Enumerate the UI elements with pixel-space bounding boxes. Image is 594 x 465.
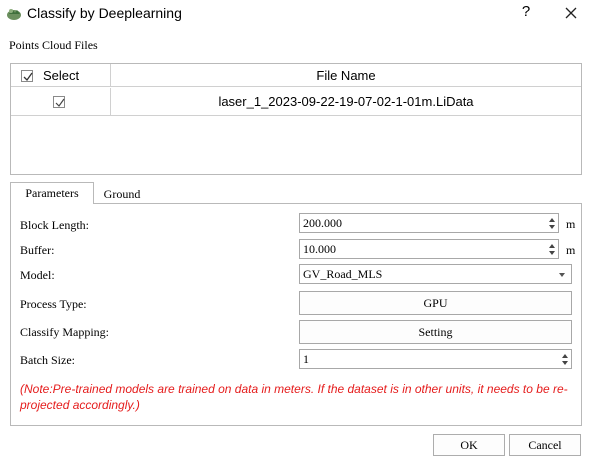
select-column-label: Select <box>43 68 80 83</box>
table-header: Select File Name <box>11 64 581 87</box>
batch-size-label: Batch Size: <box>20 353 75 367</box>
batch-size-spinner[interactable] <box>559 350 571 368</box>
classify-mapping-label: Classify Mapping: <box>20 325 109 339</box>
spin-down-icon[interactable] <box>549 251 555 255</box>
buffer-spinner[interactable] <box>546 240 558 258</box>
help-button[interactable]: ? <box>518 2 534 22</box>
select-all-checkbox[interactable] <box>21 70 33 82</box>
app-icon <box>6 5 22 21</box>
files-table: Select File Name laser_1_2023-09-22-19-0… <box>10 63 582 175</box>
tab-parameters[interactable]: Parameters <box>10 182 94 204</box>
setting-button[interactable]: Setting <box>299 320 572 344</box>
spin-up-icon[interactable] <box>549 218 555 222</box>
files-section-label: Points Cloud Files <box>9 38 98 52</box>
process-type-label: Process Type: <box>20 297 87 311</box>
close-icon[interactable] <box>561 3 581 23</box>
model-select[interactable]: GV_Road_MLS <box>299 264 572 284</box>
column-header-select: Select <box>11 64 111 87</box>
row-file-name: laser_1_2023-09-22-19-07-02-1-01m.LiData <box>218 94 474 109</box>
parameters-panel: Block Length: 200.000 m Buffer: 10.000 m… <box>10 203 582 426</box>
buffer-input[interactable]: 10.000 <box>299 239 559 259</box>
block-length-spinner[interactable] <box>546 214 558 232</box>
block-length-label: Block Length: <box>20 218 89 232</box>
spin-up-icon[interactable] <box>562 354 568 358</box>
row-select-cell <box>11 88 111 116</box>
table-row[interactable]: laser_1_2023-09-22-19-07-02-1-01m.LiData <box>11 88 581 116</box>
column-header-file-name: File Name <box>316 68 376 83</box>
spin-down-icon[interactable] <box>549 225 555 229</box>
tab-ground[interactable]: Ground <box>94 185 150 204</box>
batch-size-input[interactable]: 1 <box>299 349 572 369</box>
cancel-button[interactable]: Cancel <box>509 434 581 456</box>
ok-button[interactable]: OK <box>433 434 505 456</box>
spin-up-icon[interactable] <box>549 244 555 248</box>
block-length-unit: m <box>566 217 576 231</box>
model-label: Model: <box>20 268 55 282</box>
spin-down-icon[interactable] <box>562 361 568 365</box>
buffer-label: Buffer: <box>20 243 55 257</box>
block-length-input[interactable]: 200.000 <box>299 213 559 233</box>
buffer-unit: m <box>566 243 576 257</box>
window-title: Classify by Deeplearning <box>27 5 182 21</box>
units-note: (Note:Pre-trained models are trained on … <box>20 382 568 412</box>
row-checkbox[interactable] <box>53 96 65 108</box>
gpu-button[interactable]: GPU <box>299 291 572 315</box>
chevron-down-icon[interactable] <box>559 273 565 277</box>
